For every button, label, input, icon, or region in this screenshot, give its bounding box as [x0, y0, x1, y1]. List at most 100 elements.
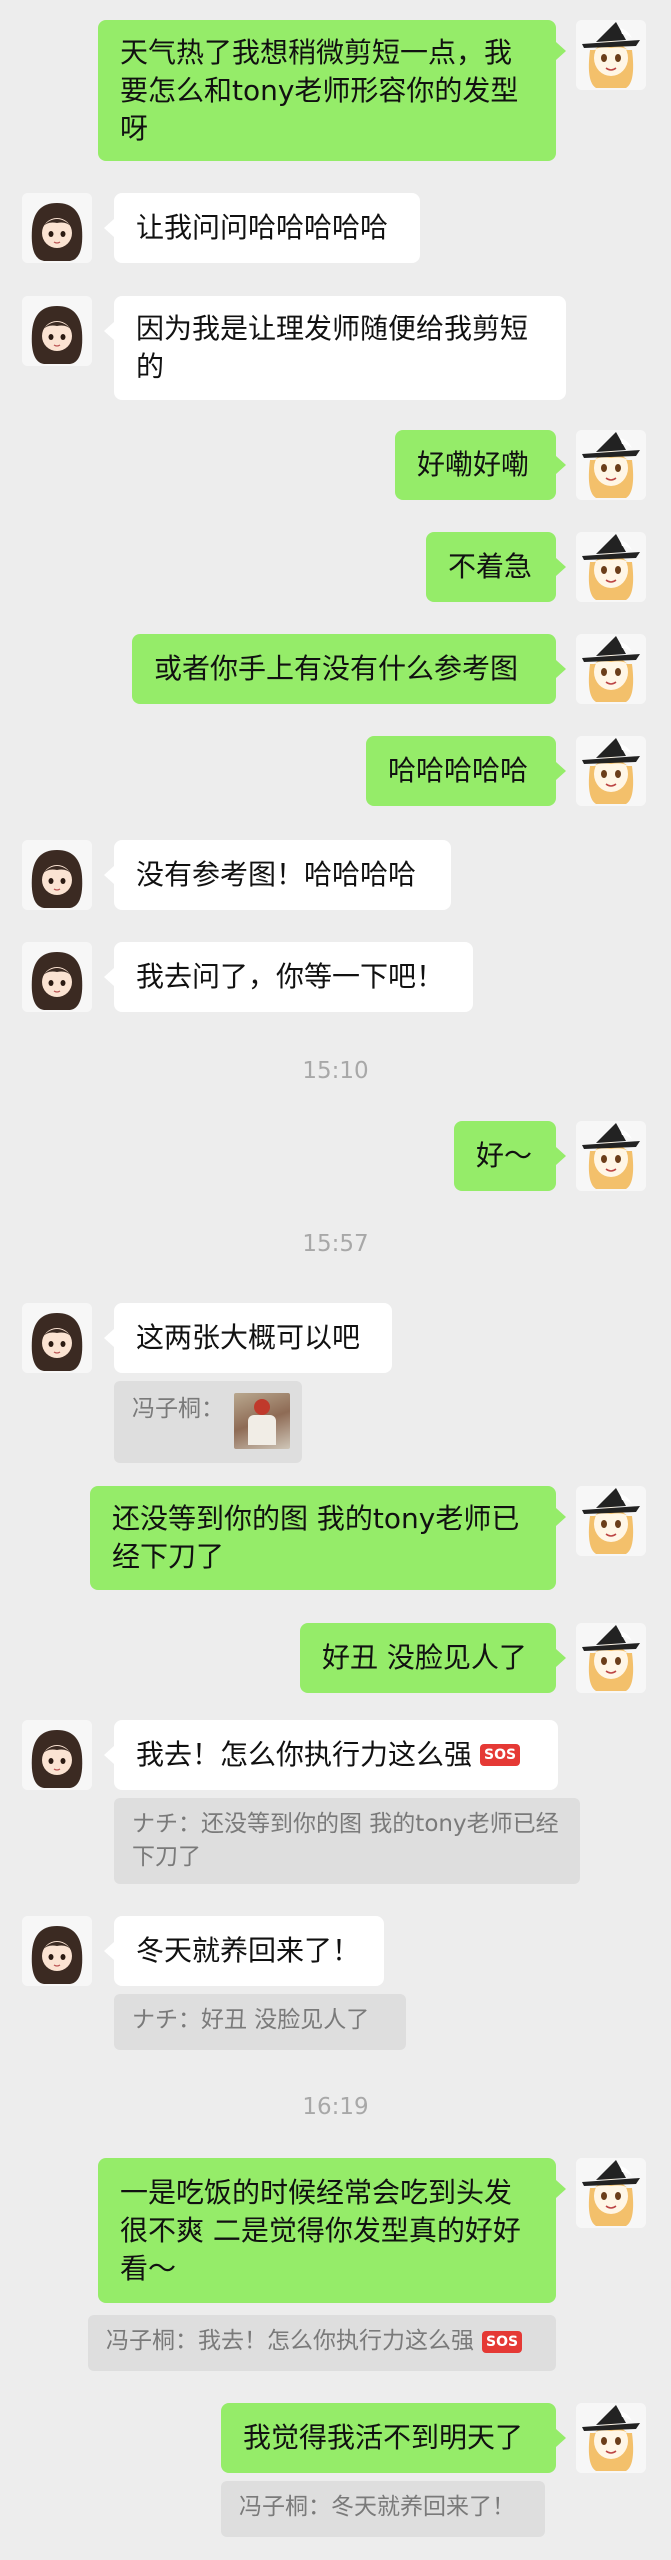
anime-girl-witch-icon	[576, 20, 646, 90]
my-avatar[interactable]	[576, 736, 646, 806]
quoted-reply[interactable]: 冯子桐：我去！怎么你执行力这么强 SOS	[88, 2315, 556, 2371]
bubble-tail	[104, 1329, 114, 1347]
bubble-tail	[556, 1649, 566, 1667]
bubble-tail	[556, 2180, 566, 2198]
quoted-image-reply[interactable]: 冯子桐：	[114, 1381, 302, 1463]
message-bubble-outgoing[interactable]: 好～	[454, 1121, 556, 1191]
bubble-tail	[556, 1508, 566, 1526]
quote-sender: 冯子桐：	[239, 2494, 331, 2520]
bubble-tail	[556, 456, 566, 474]
message-text: 还没等到你的图 我的tony老师已经下刀了	[112, 1502, 520, 1573]
quoted-reply[interactable]: ナチ：还没等到你的图 我的tony老师已经下刀了	[114, 1798, 580, 1884]
quote-sender: ナチ：	[132, 1811, 201, 1837]
contact-avatar[interactable]	[22, 840, 92, 910]
anime-girl-brown-hair-icon	[22, 193, 92, 263]
message-text: 因为我是让理发师随便给我剪短的	[136, 312, 529, 383]
message-text: 让我问问哈哈哈哈哈	[136, 211, 389, 244]
contact-avatar[interactable]	[22, 1916, 92, 1986]
message-bubble-outgoing[interactable]: 不着急	[426, 532, 556, 602]
message-text: 冬天就养回来了！	[136, 1934, 361, 1967]
message-bubble-incoming[interactable]: 我去问了，你等一下吧！	[114, 942, 473, 1012]
bubble-tail	[556, 2429, 566, 2447]
message-text: 我去！怎么你执行力这么强	[136, 1738, 473, 1771]
quote-sender: 冯子桐：	[106, 2328, 198, 2354]
message-bubble-outgoing[interactable]: 好嘞好嘞	[395, 430, 556, 500]
message-bubble-incoming[interactable]: 我去！怎么你执行力这么强 SOS	[114, 1720, 558, 1790]
anime-girl-witch-icon	[576, 532, 646, 602]
timestamp: 15:10	[302, 1058, 369, 1084]
contact-avatar[interactable]	[22, 1303, 92, 1373]
bubble-tail	[556, 762, 566, 780]
bubble-tail	[104, 219, 114, 237]
contact-avatar[interactable]	[22, 942, 92, 1012]
message-text: 好丑 没脸见人了	[322, 1641, 527, 1674]
message-bubble-incoming[interactable]: 冬天就养回来了！	[114, 1916, 384, 1986]
message-bubble-outgoing[interactable]: 或者你手上有没有什么参考图	[132, 634, 556, 704]
message-bubble-outgoing[interactable]: 天气热了我想稍微剪短一点，我要怎么和tony老师形容你的发型呀	[98, 20, 556, 161]
anime-girl-brown-hair-icon	[22, 1303, 92, 1373]
quote-text: 我去！怎么你执行力这么强	[198, 2328, 474, 2354]
my-avatar[interactable]	[576, 1623, 646, 1693]
message-text: 好～	[476, 1139, 533, 1172]
message-text: 哈哈哈哈哈	[388, 754, 529, 787]
anime-girl-witch-icon	[576, 634, 646, 704]
contact-avatar[interactable]	[22, 193, 92, 263]
timestamp: 16:19	[302, 2094, 369, 2120]
message-bubble-incoming[interactable]: 让我问问哈哈哈哈哈	[114, 193, 420, 263]
bubble-tail	[556, 42, 566, 60]
my-avatar[interactable]	[576, 430, 646, 500]
contact-avatar[interactable]	[22, 1720, 92, 1790]
message-text: 好嘞好嘞	[417, 448, 530, 481]
anime-girl-brown-hair-icon	[22, 1720, 92, 1790]
anime-girl-witch-icon	[576, 736, 646, 806]
my-avatar[interactable]	[576, 532, 646, 602]
message-bubble-outgoing[interactable]: 一是吃饭的时候经常会吃到头发很不爽 二是觉得你发型真的好好看～	[98, 2158, 556, 2303]
quote-sender: 冯子桐：	[132, 1396, 224, 1422]
anime-girl-witch-icon	[576, 2403, 646, 2473]
my-avatar[interactable]	[576, 20, 646, 90]
my-avatar[interactable]	[576, 1121, 646, 1191]
anime-girl-witch-icon	[576, 1486, 646, 1556]
my-avatar[interactable]	[576, 2158, 646, 2228]
message-bubble-outgoing[interactable]: 我觉得我活不到明天了	[221, 2403, 556, 2473]
my-avatar[interactable]	[576, 1486, 646, 1556]
message-bubble-incoming[interactable]: 没有参考图！哈哈哈哈	[114, 840, 451, 910]
message-text: 或者你手上有没有什么参考图	[154, 652, 519, 685]
message-bubble-outgoing[interactable]: 哈哈哈哈哈	[366, 736, 556, 806]
anime-girl-witch-icon	[576, 430, 646, 500]
message-text: 这两张大概可以吧	[136, 1321, 361, 1354]
anime-girl-witch-icon	[576, 1623, 646, 1693]
quote-sender: ナチ：	[132, 2007, 201, 2033]
bubble-tail	[104, 322, 114, 340]
message-text: 一是吃饭的时候经常会吃到头发很不爽 二是觉得你发型真的好好看～	[120, 2175, 521, 2285]
my-avatar[interactable]	[576, 2403, 646, 2473]
anime-girl-brown-hair-icon	[22, 942, 92, 1012]
quoted-reply[interactable]: ナチ：好丑 没脸见人了	[114, 1994, 406, 2050]
quoted-photo-thumbnail[interactable]	[234, 1393, 290, 1449]
bubble-tail	[556, 1147, 566, 1165]
timestamp: 15:57	[302, 1231, 369, 1257]
anime-girl-witch-icon	[576, 1121, 646, 1191]
bubble-tail	[104, 968, 114, 986]
anime-girl-witch-icon	[576, 2158, 646, 2228]
message-bubble-incoming[interactable]: 这两张大概可以吧	[114, 1303, 392, 1373]
message-bubble-incoming[interactable]: 因为我是让理发师随便给我剪短的	[114, 296, 566, 400]
message-text: 天气热了我想稍微剪短一点，我要怎么和tony老师形容你的发型呀	[120, 35, 519, 145]
bubble-tail	[104, 1746, 114, 1764]
bubble-tail	[104, 1942, 114, 1960]
message-bubble-outgoing[interactable]: 好丑 没脸见人了	[300, 1623, 556, 1693]
quote-text: 好丑 没脸见人了	[201, 2007, 370, 2033]
message-bubble-outgoing[interactable]: 还没等到你的图 我的tony老师已经下刀了	[90, 1486, 556, 1590]
quoted-reply[interactable]: 冯子桐：冬天就养回来了！	[221, 2481, 545, 2537]
anime-girl-brown-hair-icon	[22, 1916, 92, 1986]
bubble-tail	[104, 866, 114, 884]
message-text: 我去问了，你等一下吧！	[136, 960, 445, 993]
anime-girl-brown-hair-icon	[22, 296, 92, 366]
message-text: 我觉得我活不到明天了	[243, 2421, 524, 2454]
bubble-tail	[556, 660, 566, 678]
my-avatar[interactable]	[576, 634, 646, 704]
quote-text: 冬天就养回来了！	[331, 2494, 515, 2520]
contact-avatar[interactable]	[22, 296, 92, 366]
sos-emoji-icon: SOS	[480, 1744, 521, 1766]
bubble-tail	[556, 558, 566, 576]
